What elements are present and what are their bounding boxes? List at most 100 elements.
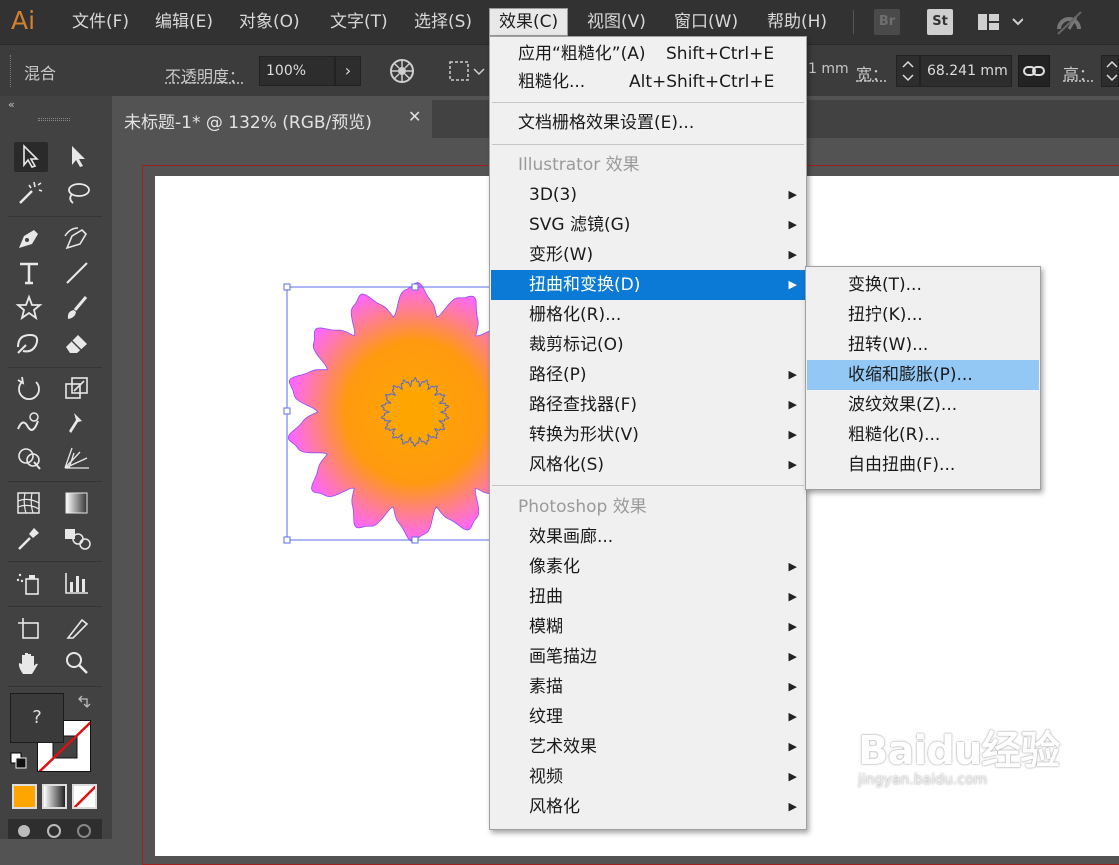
opacity-label[interactable]: 不透明度： <box>165 63 245 87</box>
eyedropper-tool-icon[interactable] <box>14 524 48 554</box>
slice-tool-icon[interactable] <box>62 614 96 644</box>
menu-item[interactable]: SVG 滤镜(G) ▶ <box>491 210 807 240</box>
mesh-tool-icon[interactable] <box>14 489 48 519</box>
menu-item[interactable]: 变形(W) ▶ <box>491 240 807 270</box>
width-stepper[interactable] <box>896 55 920 87</box>
menu-item[interactable]: 视频 ▶ <box>491 762 807 792</box>
menu-item[interactable]: 风格化(S) ▶ <box>491 450 807 480</box>
submenu-arrow-icon: ▶ <box>789 582 797 612</box>
tool-separator <box>8 481 102 482</box>
menu-object[interactable]: 对象(O) <box>239 10 300 34</box>
menu-select[interactable]: 选择(S) <box>414 10 472 34</box>
type-tool-icon[interactable] <box>14 259 48 289</box>
swap-fill-stroke-icon[interactable] <box>76 694 92 714</box>
menu-item-label: 扭转(W)... <box>848 330 928 360</box>
default-fill-stroke-icon[interactable] <box>10 752 28 774</box>
gradient-mode-button[interactable] <box>42 784 67 809</box>
bridge-button[interactable]: Br <box>874 9 900 35</box>
color-mode-button[interactable] <box>12 784 37 809</box>
menu-item[interactable]: 素描 ▶ <box>491 672 807 702</box>
line-segment-tool-icon[interactable] <box>62 259 96 289</box>
selection-tool-icon[interactable] <box>14 142 48 172</box>
fill-swatch[interactable]: ? <box>10 693 64 743</box>
menu-item[interactable]: 收缩和膨胀(P)... <box>807 360 1039 390</box>
menu-item[interactable]: 效果画廊... <box>491 522 807 552</box>
recolor-artwork-icon[interactable] <box>388 57 416 89</box>
menu-item[interactable]: 扭转(W)... <box>807 330 1039 360</box>
submenu-arrow-icon: ▶ <box>789 702 797 732</box>
menu-help[interactable]: 帮助(H) <box>767 10 827 34</box>
menu-item[interactable]: 波纹效果(Z)... <box>807 390 1039 420</box>
draw-modes <box>8 819 102 839</box>
menu-separator <box>492 485 804 486</box>
menu-item[interactable]: 路径查找器(F) ▶ <box>491 390 807 420</box>
symbol-sprayer-tool-icon[interactable] <box>14 569 48 599</box>
menu-item-apply-roughen[interactable]: 应用“粗糙化”(A) Shift+Ctrl+E <box>490 39 806 69</box>
opacity-input[interactable]: 100% <box>259 56 335 86</box>
warp-tool-icon[interactable] <box>14 409 48 439</box>
constrain-proportions-icon[interactable] <box>1018 55 1050 87</box>
eraser-tool-icon[interactable] <box>62 329 96 359</box>
menu-item[interactable]: 像素化 ▶ <box>491 552 807 582</box>
menu-file[interactable]: 文件(F) <box>72 10 129 34</box>
lasso-tool-icon[interactable] <box>62 179 96 209</box>
menu-item[interactable]: 模糊 ▶ <box>491 612 807 642</box>
collapse-panel-icon[interactable]: « <box>8 98 15 111</box>
workspace-switcher-icon[interactable] <box>977 12 1023 36</box>
height-stepper[interactable] <box>1101 55 1119 87</box>
menu-effect[interactable]: 效果(C) <box>489 8 568 36</box>
stock-button[interactable]: St <box>927 9 953 35</box>
menu-item-raster-settings[interactable]: 文档栅格效果设置(E)... <box>490 108 806 138</box>
menu-window[interactable]: 窗口(W) <box>674 10 738 34</box>
menu-item[interactable]: 粗糙化(R)... <box>807 420 1039 450</box>
scale-tool-icon[interactable] <box>62 374 96 404</box>
shape-builder-tool-icon[interactable] <box>14 444 48 474</box>
opacity-expand-icon[interactable]: › <box>335 56 361 86</box>
menu-item[interactable]: 3D(3) ▶ <box>491 180 807 210</box>
star-tool-icon[interactable] <box>14 294 48 324</box>
menu-item[interactable]: 艺术效果 ▶ <box>491 732 807 762</box>
menu-item[interactable]: 栅格化(R)... <box>491 300 807 330</box>
menu-item[interactable]: 变换(T)... <box>807 270 1039 300</box>
curvature-tool-icon[interactable] <box>62 224 96 254</box>
pen-tool-icon[interactable] <box>14 224 48 254</box>
menu-item[interactable]: 自由扭曲(F)... <box>807 450 1039 480</box>
menu-item[interactable]: 路径(P) ▶ <box>491 360 807 390</box>
gpu-performance-icon[interactable] <box>1054 7 1084 41</box>
paintbrush-tool-icon[interactable] <box>62 294 96 324</box>
magic-wand-tool-icon[interactable] <box>14 179 48 209</box>
tool-separator <box>8 686 102 687</box>
menu-item[interactable]: 扭曲和变换(D) ▶ <box>491 270 807 300</box>
menu-item[interactable]: 扭拧(K)... <box>807 300 1039 330</box>
puppet-warp-tool-icon[interactable] <box>62 409 96 439</box>
menu-item[interactable]: 画笔描边 ▶ <box>491 642 807 672</box>
document-tab[interactable]: 未标题-1* @ 132% (RGB/预览) ✕ <box>112 100 432 138</box>
menu-item[interactable]: 纹理 ▶ <box>491 702 807 732</box>
zoom-tool-icon[interactable] <box>62 649 96 679</box>
width-input[interactable]: 68.241 mm <box>920 55 1012 87</box>
rotate-tool-icon[interactable] <box>14 374 48 404</box>
shaper-tool-icon[interactable] <box>14 329 48 359</box>
menu-item[interactable]: 裁剪标记(O) <box>491 330 807 360</box>
menu-view[interactable]: 视图(V) <box>587 10 646 34</box>
menu-item[interactable]: 扭曲 ▶ <box>491 582 807 612</box>
menu-type[interactable]: 文字(T) <box>330 10 388 34</box>
none-mode-button[interactable] <box>72 784 97 809</box>
blend-label: 混合 <box>24 60 56 84</box>
roughened-flower-artwork[interactable] <box>280 280 500 545</box>
align-to-icon[interactable] <box>448 60 488 88</box>
artboard-tool-icon[interactable] <box>14 614 48 644</box>
perspective-grid-tool-icon[interactable] <box>62 444 96 474</box>
menu-item-roughen-dialog[interactable]: 粗糙化... Alt+Shift+Ctrl+E <box>490 67 806 97</box>
blend-tool-icon[interactable] <box>62 524 96 554</box>
close-tab-icon[interactable]: ✕ <box>408 107 421 126</box>
gradient-tool-icon[interactable] <box>62 489 96 519</box>
menu-item[interactable]: 风格化 ▶ <box>491 792 807 822</box>
direct-selection-tool-icon[interactable] <box>62 142 96 172</box>
menu-edit[interactable]: 编辑(E) <box>155 10 213 34</box>
submenu-arrow-icon: ▶ <box>789 210 797 240</box>
column-graph-tool-icon[interactable] <box>62 569 96 599</box>
hand-tool-icon[interactable] <box>14 649 48 679</box>
menu-item[interactable]: 转换为形状(V) ▶ <box>491 420 807 450</box>
x-value-fragment[interactable]: 1 mm <box>808 61 849 77</box>
